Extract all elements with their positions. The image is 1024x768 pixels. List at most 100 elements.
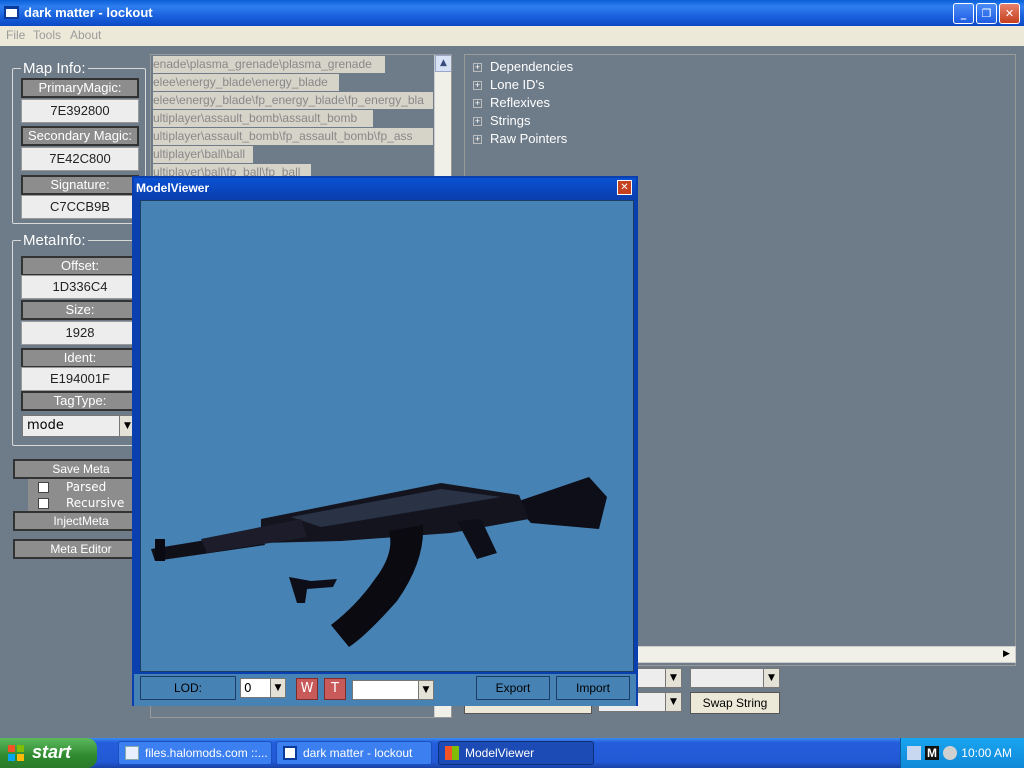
- parsed-label: Parsed: [66, 480, 107, 494]
- offset-label: Offset:: [21, 256, 139, 276]
- swap-string-button[interactable]: Swap String: [690, 692, 780, 714]
- chevron-down-icon[interactable]: ▼: [418, 681, 433, 699]
- tagtype-select[interactable]: mode ▼: [22, 415, 136, 437]
- chevron-down-icon[interactable]: ▼: [665, 669, 681, 687]
- recursive-label: Recursive: [66, 496, 125, 510]
- tree-item-label: Lone ID's: [490, 77, 545, 92]
- primary-magic-label: PrimaryMagic:: [21, 78, 139, 98]
- close-button[interactable]: ✕: [999, 3, 1020, 24]
- offset-value: 1D336C4: [21, 275, 139, 299]
- volume-icon[interactable]: [943, 746, 957, 760]
- expand-icon[interactable]: +: [473, 63, 482, 72]
- system-tray: M 10:00 AM: [900, 738, 1024, 768]
- primary-magic-value: 7E392800: [21, 99, 139, 123]
- import-button[interactable]: Import: [556, 676, 630, 700]
- window-app-icon: [4, 6, 19, 19]
- minimize-button[interactable]: _: [953, 3, 974, 24]
- task-label: files.halomods.com ::...: [145, 746, 268, 760]
- browser-icon: [125, 746, 139, 760]
- export-button[interactable]: Export: [476, 676, 550, 700]
- list-item[interactable]: elee\energy_blade\fp_energy_blade\fp_ene…: [153, 92, 433, 109]
- modelviewer-titlebar[interactable]: ModelViewer ✕: [134, 178, 636, 198]
- lod-label: LOD:: [140, 676, 236, 700]
- signature-value: C7CCB9B: [21, 195, 139, 219]
- menu-file[interactable]: File: [6, 28, 25, 42]
- scroll-right-icon[interactable]: ▶: [998, 647, 1015, 662]
- inject-meta-button[interactable]: InjectMeta: [13, 511, 149, 531]
- save-meta-button[interactable]: Save Meta: [13, 459, 149, 479]
- ident-value: E194001F: [21, 367, 139, 391]
- network-icon[interactable]: [907, 746, 921, 760]
- start-label: start: [32, 742, 72, 762]
- wireframe-button[interactable]: W: [296, 678, 318, 700]
- tree-item-raw-pointers[interactable]: + Raw Pointers: [473, 131, 567, 147]
- tree-item-strings[interactable]: + Strings: [473, 113, 530, 129]
- task-browser[interactable]: files.halomods.com ::...: [118, 741, 272, 765]
- start-button[interactable]: start: [0, 738, 97, 768]
- modelviewer-title: ModelViewer: [136, 181, 210, 195]
- chevron-down-icon[interactable]: ▼: [665, 693, 681, 711]
- lod-select[interactable]: 0 ▼: [240, 678, 286, 698]
- tree-item-label: Raw Pointers: [490, 131, 568, 146]
- task-label: dark matter - lockout: [303, 746, 413, 760]
- menu-tools[interactable]: Tools: [33, 28, 61, 42]
- modelviewer-toolbar: LOD: 0 ▼ W T ▼ Export Import: [134, 674, 636, 706]
- tree-item-lone-ids[interactable]: + Lone ID's: [473, 77, 545, 93]
- tagtype-label: TagType:: [21, 391, 139, 411]
- windows-logo-icon: [8, 745, 24, 761]
- meta-editor-button[interactable]: Meta Editor: [13, 539, 149, 559]
- tree-item-label: Reflexives: [490, 95, 550, 110]
- taskbar: start files.halomods.com ::... dark matt…: [0, 738, 1024, 768]
- clock: 10:00 AM: [961, 746, 1012, 760]
- task-label: ModelViewer: [465, 746, 535, 760]
- recursive-checkbox-row[interactable]: Recursive: [28, 495, 136, 511]
- rifle-model-icon: [151, 477, 607, 647]
- task-modelviewer[interactable]: ModelViewer: [438, 741, 594, 765]
- chevron-down-icon[interactable]: ▼: [763, 669, 779, 687]
- scroll-up-icon[interactable]: ▲: [435, 55, 451, 72]
- chevron-down-icon[interactable]: ▼: [270, 679, 285, 697]
- texture-button[interactable]: T: [324, 678, 346, 700]
- task-dark-matter[interactable]: dark matter - lockout: [276, 741, 432, 765]
- expand-icon[interactable]: +: [473, 81, 482, 90]
- combo-2[interactable]: ▼: [690, 668, 780, 688]
- list-item[interactable]: elee\energy_blade\energy_blade: [153, 74, 339, 91]
- map-info-group: Map Info: PrimaryMagic: 7E392800 Seconda…: [12, 60, 146, 224]
- window-title: dark matter - lockout: [24, 5, 153, 20]
- size-value: 1928: [21, 321, 139, 345]
- expand-icon[interactable]: +: [473, 117, 482, 126]
- tree-item-label: Dependencies: [490, 59, 574, 74]
- expand-icon[interactable]: +: [473, 99, 482, 108]
- lod-value: 0: [244, 681, 252, 695]
- list-item[interactable]: ultiplayer\assault_bomb\fp_assault_bomb\…: [153, 128, 433, 145]
- size-label: Size:: [21, 300, 139, 320]
- app-icon: [445, 746, 459, 760]
- list-item[interactable]: ultiplayer\assault_bomb\assault_bomb: [153, 110, 373, 127]
- main-titlebar[interactable]: dark matter - lockout _ ❐ ✕: [0, 0, 1024, 26]
- window-icon: [283, 746, 297, 760]
- tree-item-reflexives[interactable]: + Reflexives: [473, 95, 550, 111]
- close-icon[interactable]: ✕: [617, 180, 632, 195]
- menubar: File Tools About: [0, 26, 1024, 46]
- mesh-select[interactable]: ▼: [352, 680, 434, 700]
- recursive-checkbox[interactable]: [38, 498, 49, 509]
- m-icon[interactable]: M: [925, 746, 939, 760]
- list-item[interactable]: ultiplayer\ball\ball: [153, 146, 253, 163]
- restore-button[interactable]: ❐: [976, 3, 997, 24]
- ident-label: Ident:: [21, 348, 139, 368]
- tagtype-select-value: mode: [27, 418, 64, 433]
- parsed-checkbox-row[interactable]: Parsed: [28, 479, 136, 495]
- expand-icon[interactable]: +: [473, 135, 482, 144]
- signature-label: Signature:: [21, 175, 139, 195]
- meta-info-group: MetaInfo: Offset: 1D336C4 Size: 1928 Ide…: [12, 232, 146, 446]
- tree-item-dependencies[interactable]: + Dependencies: [473, 59, 573, 75]
- modelviewer-dialog: ModelViewer ✕ LOD: 0 ▼ W T ▼ Export Impo…: [132, 176, 638, 706]
- menu-about[interactable]: About: [70, 28, 101, 42]
- model-viewport[interactable]: [140, 200, 634, 672]
- secondary-magic-label: Secondary Magic:: [21, 126, 139, 146]
- parsed-checkbox[interactable]: [38, 482, 49, 493]
- list-item[interactable]: enade\plasma_grenade\plasma_grenade: [153, 56, 385, 73]
- map-info-title: Map Info:: [21, 60, 88, 77]
- secondary-magic-value: 7E42C800: [21, 147, 139, 171]
- meta-info-title: MetaInfo:: [21, 232, 88, 249]
